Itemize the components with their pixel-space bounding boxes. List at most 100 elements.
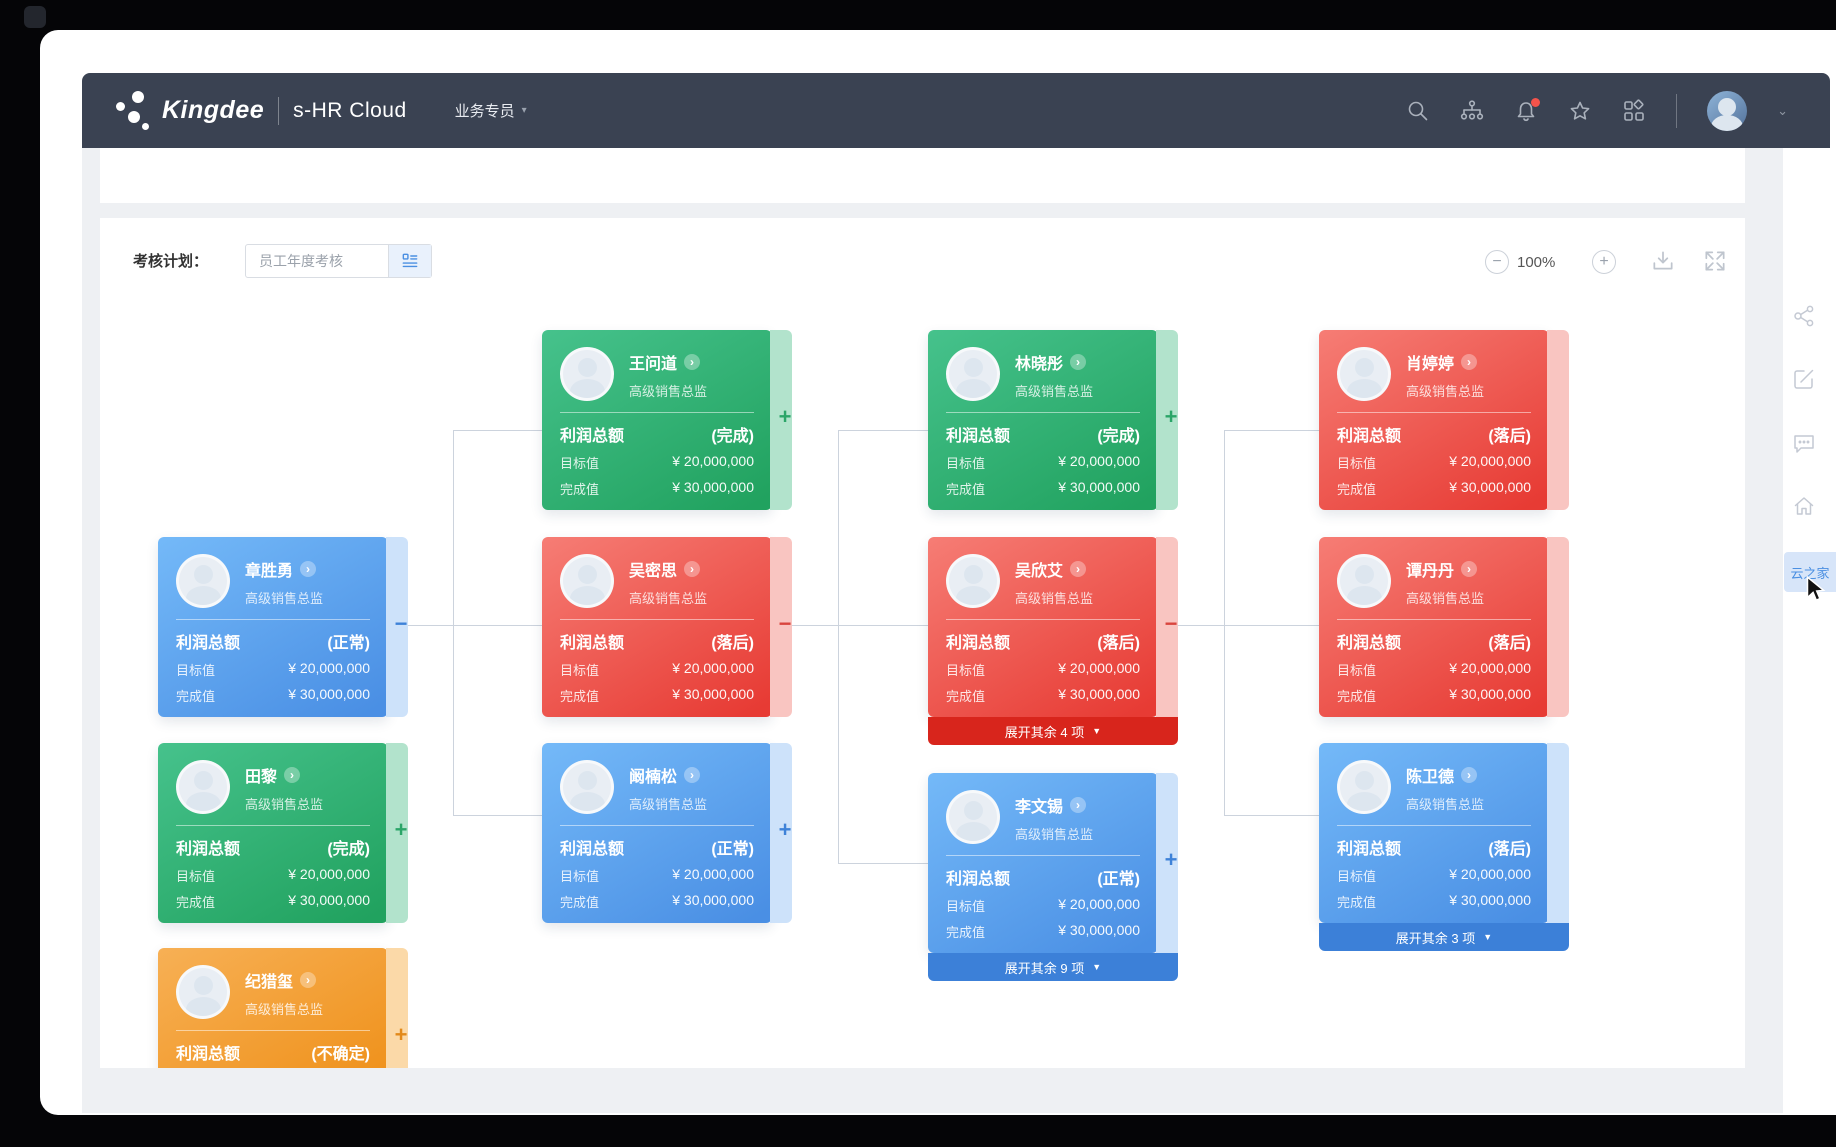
employee-card[interactable]: 陈卫德› 高级销售总监 利润总额(落后) 目标值¥ 20,000,000 完成值…: [1319, 743, 1549, 923]
zoom-level: 100%: [1517, 254, 1555, 271]
download-icon[interactable]: [1650, 248, 1676, 274]
employee-card[interactable]: 谭丹丹› 高级销售总监 利润总额(落后) 目标值¥ 20,000,000 完成值…: [1319, 537, 1549, 717]
plan-select[interactable]: 员工年度考核: [245, 244, 432, 278]
collapse-toggle[interactable]: −: [774, 613, 796, 635]
avatar: [946, 554, 1000, 608]
collapse-toggle[interactable]: −: [390, 613, 412, 635]
target-label: 目标值: [1337, 453, 1376, 472]
done-label: 完成值: [176, 686, 215, 705]
plan-select-value: 员工年度考核: [246, 251, 388, 271]
employee-card[interactable]: 王问道› 高级销售总监 利润总额(完成) 目标值¥ 20,000,000 完成值…: [542, 330, 772, 510]
expand-toggle[interactable]: +: [774, 819, 796, 841]
metric-label: 利润总额: [1337, 422, 1401, 446]
target-value: ¥ 20,000,000: [1058, 660, 1140, 679]
employee-title: 高级销售总监: [1406, 381, 1484, 400]
notification-bell-icon[interactable]: [1514, 99, 1538, 123]
apps-grid-icon[interactable]: [1622, 99, 1646, 123]
chevron-down-icon: ▾: [522, 105, 527, 116]
user-menu-caret-icon[interactable]: ⌄: [1777, 103, 1788, 119]
done-value: ¥ 30,000,000: [1449, 892, 1531, 911]
notification-badge: [1531, 98, 1540, 107]
profile-chevron-icon[interactable]: ›: [1461, 561, 1477, 577]
user-avatar[interactable]: [1707, 91, 1747, 131]
home-icon[interactable]: [1792, 494, 1816, 518]
list-view-icon[interactable]: [388, 245, 431, 277]
target-label: 目标值: [1337, 866, 1376, 885]
status-badge: (正常): [327, 629, 370, 653]
profile-chevron-icon[interactable]: ›: [1070, 797, 1086, 813]
done-value: ¥ 30,000,000: [288, 892, 370, 911]
metric-label: 利润总额: [946, 865, 1010, 889]
status-badge: (完成): [711, 422, 754, 446]
search-icon[interactable]: [1406, 99, 1430, 123]
comment-icon[interactable]: [1792, 431, 1816, 455]
employee-card[interactable]: 纪猎玺› 高级销售总监 利润总额(不确定) 目标值¥ 20,000,000 完成…: [158, 948, 388, 1068]
employee-title: 高级销售总监: [1015, 381, 1093, 400]
expand-toggle[interactable]: +: [390, 819, 412, 841]
zoom-in-button[interactable]: +: [1592, 250, 1616, 274]
expand-toggle[interactable]: +: [774, 406, 796, 428]
zoom-out-button[interactable]: −: [1485, 250, 1509, 274]
profile-chevron-icon[interactable]: ›: [684, 561, 700, 577]
employee-name: 林晓彤: [1015, 350, 1063, 374]
background-artifact: [24, 6, 46, 28]
employee-name: 吴欣艾: [1015, 557, 1063, 581]
favorites-star-icon[interactable]: [1568, 99, 1592, 123]
employee-card[interactable]: 阚楠松› 高级销售总监 利润总额(正常) 目标值¥ 20,000,000 完成值…: [542, 743, 772, 923]
profile-chevron-icon[interactable]: ›: [1461, 767, 1477, 783]
done-value: ¥ 30,000,000: [1058, 686, 1140, 705]
employee-card[interactable]: 章胜勇› 高级销售总监 利润总额(正常) 目标值¥ 20,000,000 完成值…: [158, 537, 388, 717]
target-label: 目标值: [946, 896, 985, 915]
employee-name: 李文锡: [1015, 793, 1063, 817]
employee-card[interactable]: 肖婷婷› 高级销售总监 利润总额(落后) 目标值¥ 20,000,000 完成值…: [1319, 330, 1549, 510]
employee-card[interactable]: 李文锡› 高级销售总监 利润总额(正常) 目标值¥ 20,000,000 完成值…: [928, 773, 1158, 953]
employee-card[interactable]: 林晓彤› 高级销售总监 利润总额(完成) 目标值¥ 20,000,000 完成值…: [928, 330, 1158, 510]
profile-chevron-icon[interactable]: ›: [684, 354, 700, 370]
done-label: 完成值: [946, 686, 985, 705]
connector-line: [1224, 430, 1225, 815]
edit-icon[interactable]: [1792, 367, 1816, 391]
card-stack-strip: [386, 948, 408, 1068]
org-chart-icon[interactable]: [1460, 99, 1484, 123]
status-badge: (完成): [327, 835, 370, 859]
fullscreen-icon[interactable]: [1702, 248, 1728, 274]
avatar: [176, 760, 230, 814]
target-value: ¥ 20,000,000: [672, 866, 754, 885]
status-badge: (落后): [1097, 629, 1140, 653]
employee-title: 高级销售总监: [1015, 824, 1093, 843]
profile-chevron-icon[interactable]: ›: [684, 767, 700, 783]
profile-chevron-icon[interactable]: ›: [1461, 354, 1477, 370]
role-dropdown[interactable]: 业务专员 ▾: [455, 100, 527, 121]
avatar: [1337, 760, 1391, 814]
profile-chevron-icon[interactable]: ›: [1070, 561, 1086, 577]
done-value: ¥ 30,000,000: [672, 479, 754, 498]
expand-rest-button[interactable]: 展开其余 3 项▼: [1319, 923, 1569, 951]
share-icon[interactable]: [1792, 304, 1816, 328]
target-label: 目标值: [560, 660, 599, 679]
target-label: 目标值: [560, 453, 599, 472]
metric-label: 利润总额: [946, 422, 1010, 446]
employee-card[interactable]: 吴密思› 高级销售总监 利润总额(落后) 目标值¥ 20,000,000 完成值…: [542, 537, 772, 717]
employee-title: 高级销售总监: [1015, 588, 1093, 607]
employee-card[interactable]: 田黎› 高级销售总监 利润总额(完成) 目标值¥ 20,000,000 完成值¥…: [158, 743, 388, 923]
expand-toggle[interactable]: +: [390, 1024, 412, 1046]
profile-chevron-icon[interactable]: ›: [1070, 354, 1086, 370]
employee-card[interactable]: 吴欣艾› 高级销售总监 利润总额(落后) 目标值¥ 20,000,000 完成值…: [928, 537, 1158, 717]
profile-chevron-icon[interactable]: ›: [284, 767, 300, 783]
employee-title: 高级销售总监: [245, 999, 323, 1018]
target-label: 目标值: [946, 453, 985, 472]
breadcrumb-bar-surface: [100, 148, 1745, 203]
metric-label: 利润总额: [1337, 835, 1401, 859]
collapse-toggle[interactable]: −: [1160, 613, 1182, 635]
avatar: [560, 760, 614, 814]
expand-toggle[interactable]: +: [1160, 406, 1182, 428]
profile-chevron-icon[interactable]: ›: [300, 972, 316, 988]
profile-chevron-icon[interactable]: ›: [300, 561, 316, 577]
expand-rest-button[interactable]: 展开其余 9 项▼: [928, 953, 1178, 981]
top-navbar: Kingdee s-HR Cloud 业务专员 ▾: [82, 73, 1830, 148]
metric-label: 利润总额: [560, 835, 624, 859]
connector-line: [453, 430, 542, 431]
expand-toggle[interactable]: +: [1160, 849, 1182, 871]
done-value: ¥ 30,000,000: [1058, 922, 1140, 941]
expand-rest-button[interactable]: 展开其余 4 项▼: [928, 717, 1178, 745]
